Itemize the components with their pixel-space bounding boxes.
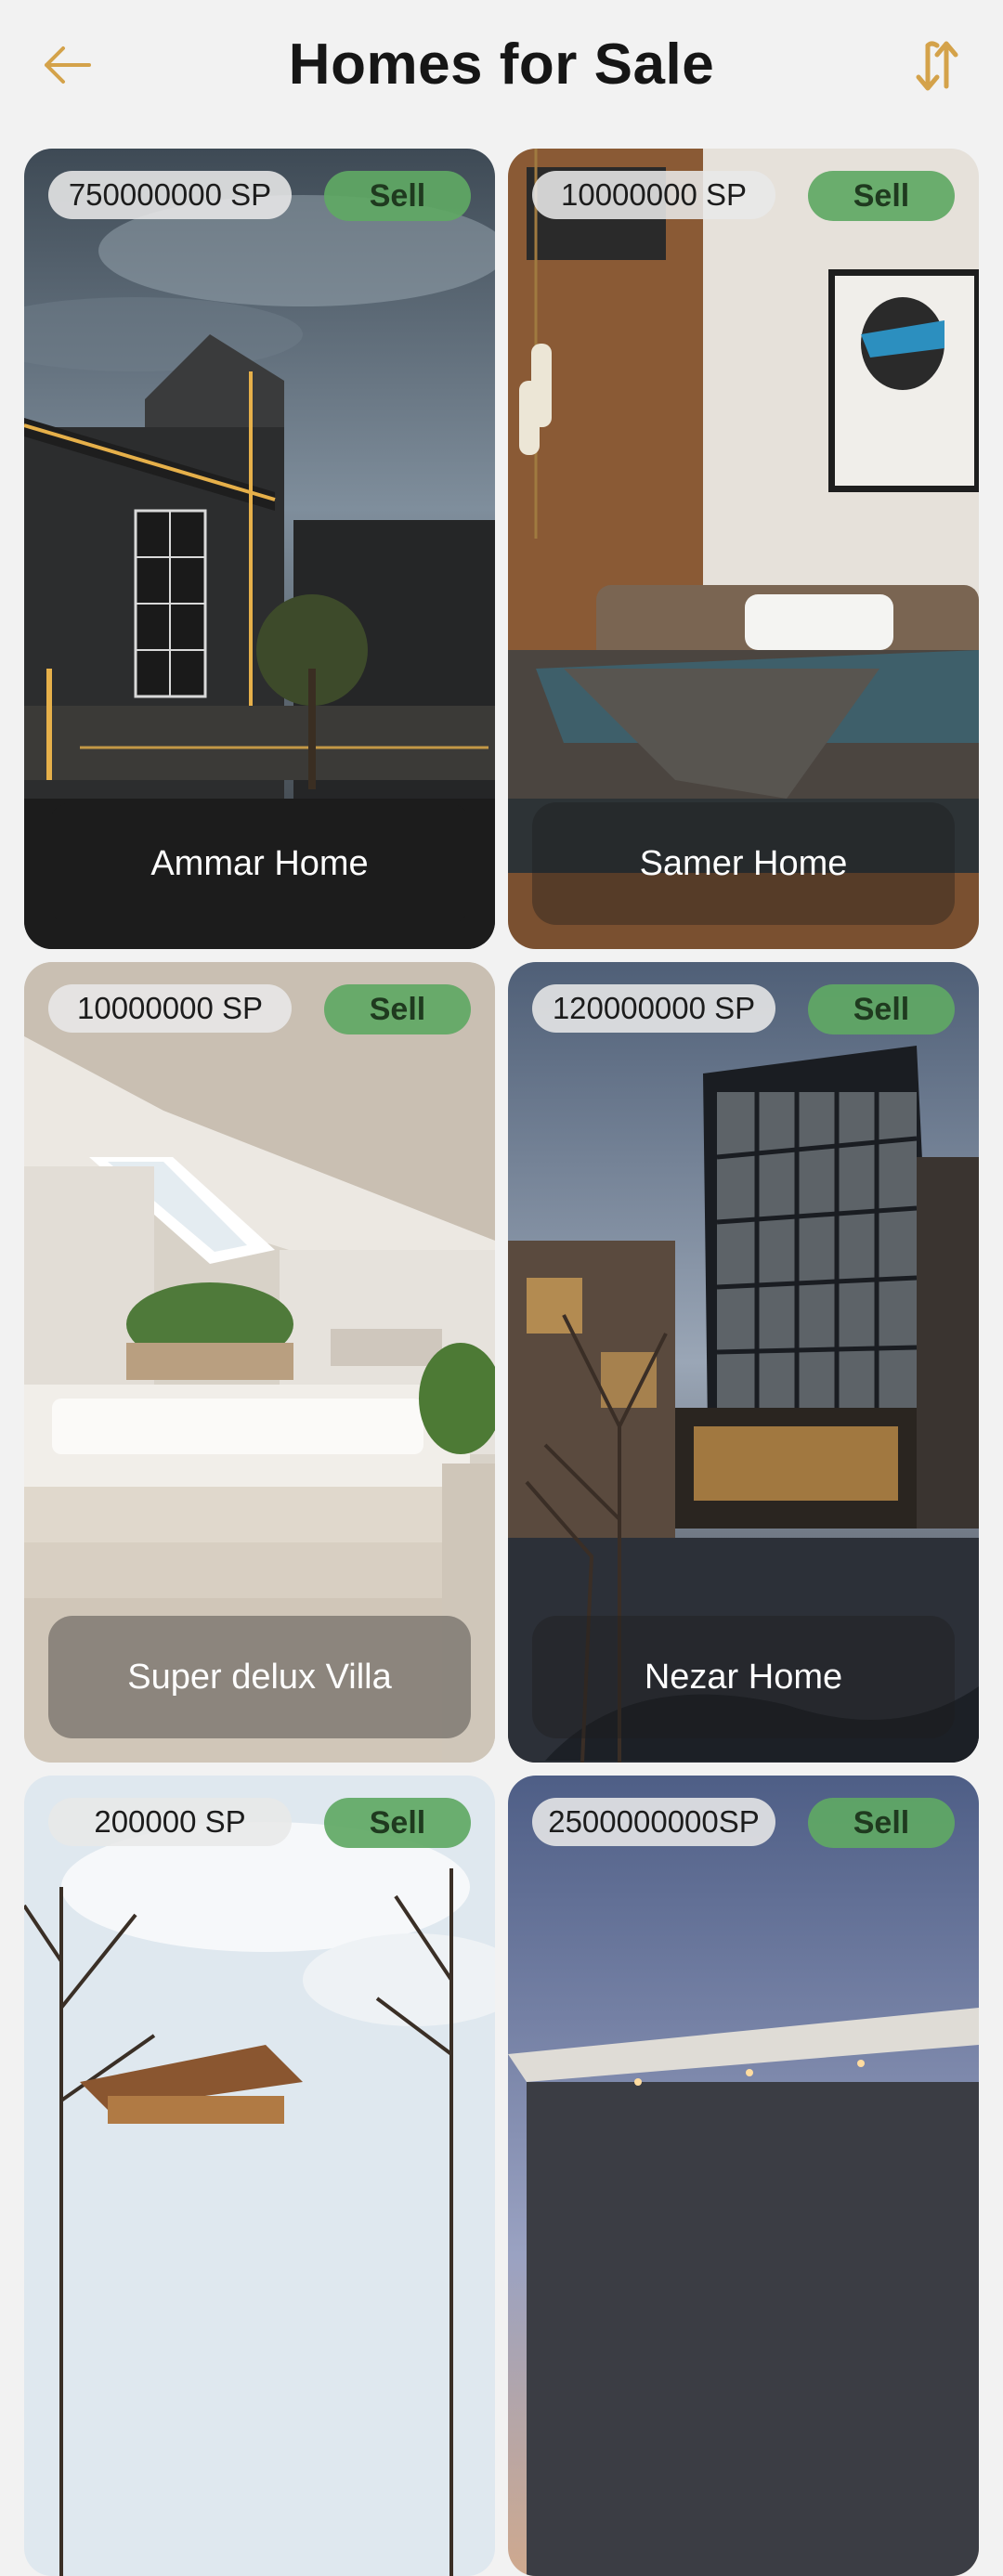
sell-badge: Sell bbox=[808, 1798, 955, 1848]
app-header: Homes for Sale bbox=[0, 0, 1003, 139]
sort-arrows-icon bbox=[916, 41, 958, 91]
page-title: Homes for Sale bbox=[288, 33, 715, 97]
listing-card[interactable]: 200000 SP Sell bbox=[24, 1776, 495, 2576]
listing-photo bbox=[24, 1776, 495, 2576]
listing-card[interactable]: 10000000 SP Sell Super delux Villa bbox=[24, 962, 495, 1763]
sort-button[interactable] bbox=[905, 33, 970, 98]
listings-grid: 750000000 SP Sell Ammar Home 10000000 SP… bbox=[24, 149, 979, 2576]
sell-badge: Sell bbox=[324, 171, 471, 221]
price-label: 10000000 SP bbox=[532, 171, 775, 219]
price-label: 750000000 SP bbox=[48, 171, 292, 219]
sell-badge: Sell bbox=[324, 1798, 471, 1848]
sell-badge: Sell bbox=[808, 171, 955, 221]
listing-card[interactable]: 2500000000SP Sell bbox=[508, 1776, 979, 2576]
listing-photo bbox=[508, 1776, 979, 2576]
listing-card[interactable]: 120000000 SP Sell Nezar Home bbox=[508, 962, 979, 1763]
listing-card[interactable]: 750000000 SP Sell Ammar Home bbox=[24, 149, 495, 949]
sell-badge: Sell bbox=[324, 984, 471, 1034]
price-label: 10000000 SP bbox=[48, 984, 292, 1033]
listing-name: Ammar Home bbox=[48, 802, 471, 925]
listing-name: Super delux Villa bbox=[48, 1616, 471, 1738]
listing-name: Samer Home bbox=[532, 802, 955, 925]
price-label: 120000000 SP bbox=[532, 984, 775, 1033]
listing-name: Nezar Home bbox=[532, 1616, 955, 1738]
listing-card[interactable]: 10000000 SP Sell Samer Home bbox=[508, 149, 979, 949]
price-label: 2500000000SP bbox=[532, 1798, 775, 1846]
sell-badge: Sell bbox=[808, 984, 955, 1034]
price-label: 200000 SP bbox=[48, 1798, 292, 1846]
